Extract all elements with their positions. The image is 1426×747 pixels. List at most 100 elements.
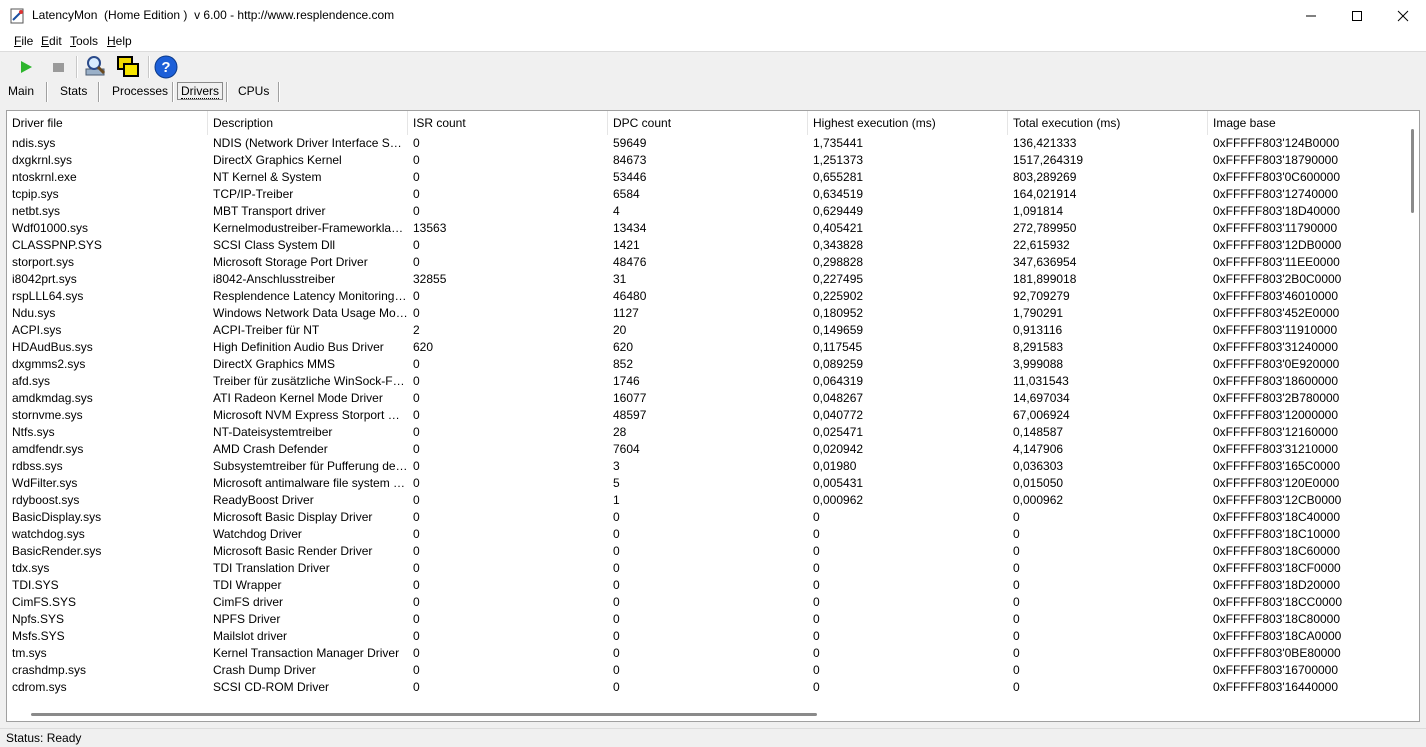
table-row[interactable]: BasicDisplay.sys Microsoft Basic Display … (7, 509, 1407, 526)
tab-processes[interactable]: Processes (112, 84, 168, 98)
vertical-scrollbar[interactable] (1405, 111, 1419, 705)
table-row[interactable]: Msfs.SYS Mailslot driver 0 0 0 0 0xFFFFF803'18… (7, 628, 1407, 645)
table-row[interactable]: cdrom.sys SCSI CD-ROM Driver 0 0 0 0 0xFFFFF80… (7, 679, 1407, 696)
description-cell: Crash Dump Driver (213, 663, 316, 677)
highest-execution-cell: 0,064319 (813, 374, 864, 388)
total-execution-cell: 1,091814 (1013, 204, 1064, 218)
image-base-cell: 0xFFFFF803'165C0000 (1213, 459, 1341, 473)
column-header-image-base[interactable]: Image base (1208, 111, 1407, 135)
horizontal-scrollbar[interactable] (7, 705, 1419, 721)
column-header-dpc-count[interactable]: DPC count (608, 111, 808, 135)
menu-help[interactable]: Help (107, 34, 132, 48)
table-row[interactable]: storport.sys Microsoft Storage Port Drive… (7, 254, 1407, 271)
table-row[interactable]: afd.sys Treiber für zusätzliche WinSock-F… (7, 373, 1407, 390)
image-base-cell: 0xFFFFF803'18CA0000 (1213, 629, 1342, 643)
table-row[interactable]: amdkmdag.sys ATI Radeon Kernel Mode Drive… (7, 390, 1407, 407)
total-execution-cell: 0 (1013, 680, 1020, 694)
driver-file-cell: netbt.sys (12, 204, 61, 218)
table-row[interactable]: stornvme.sys Microsoft NVM Express Storpo… (7, 407, 1407, 424)
table-row[interactable]: tm.sys Kernel Transaction Manager Driver 0… (7, 645, 1407, 662)
isr-count-cell: 0 (413, 510, 420, 524)
analyze-button[interactable] (84, 55, 108, 79)
highest-execution-cell: 0,089259 (813, 357, 864, 371)
highest-execution-cell: 0 (813, 629, 820, 643)
column-header-description[interactable]: Description (208, 111, 408, 135)
description-cell: Kernel Transaction Manager Driver (213, 646, 400, 660)
menu-tools[interactable]: Tools (70, 34, 98, 48)
drivers-list[interactable]: Driver file Description ISR count DPC co… (6, 110, 1420, 722)
description-cell: i8042-Anschlusstreiber (213, 272, 336, 286)
description-cell: Kernelmodustreiber-Frameworklaufzeit (213, 221, 408, 235)
table-row[interactable]: watchdog.sys Watchdog Driver 0 0 0 0 0xFFFFF80… (7, 526, 1407, 543)
maximize-button[interactable] (1334, 0, 1380, 32)
total-execution-cell: 0 (1013, 595, 1020, 609)
table-row[interactable]: Wdf01000.sys Kernelmodustreiber-Framework… (7, 220, 1407, 237)
stop-button[interactable] (46, 55, 70, 79)
isr-count-cell: 0 (413, 646, 420, 660)
driver-file-cell: amdkmdag.sys (12, 391, 93, 405)
total-execution-cell: 92,709279 (1013, 289, 1070, 303)
description-cell: Subsystemtreiber für Pufferung des... (213, 459, 408, 473)
table-row[interactable]: dxgkrnl.sys DirectX Graphics Kernel 0 84673… (7, 152, 1407, 169)
description-cell: MBT Transport driver (213, 204, 326, 218)
table-row[interactable]: Ndu.sys Windows Network Data Usage Monit.… (7, 305, 1407, 322)
maximize-icon (1352, 11, 1362, 21)
isr-count-cell: 13563 (413, 221, 447, 235)
table-row[interactable]: rdbss.sys Subsystemtreiber für Pufferung … (7, 458, 1407, 475)
windows-button[interactable] (116, 55, 140, 79)
isr-count-cell: 0 (413, 493, 420, 507)
table-row[interactable]: netbt.sys MBT Transport driver 0 4 0,629449 1… (7, 203, 1407, 220)
table-row[interactable]: CLASSPNP.SYS SCSI Class System Dll 0 1421 0,… (7, 237, 1407, 254)
table-row[interactable]: amdfendr.sys AMD Crash Defender 0 7604 0,020… (7, 441, 1407, 458)
image-base-cell: 0xFFFFF803'0E920000 (1213, 357, 1340, 371)
table-row[interactable]: HDAudBus.sys High Definition Audio Bus Dr… (7, 339, 1407, 356)
table-row[interactable]: ACPI.sys ACPI-Treiber für NT 2 20 0,149659 0,… (7, 322, 1407, 339)
column-header-driver-file[interactable]: Driver file (7, 111, 208, 135)
help-icon: ? (154, 55, 178, 79)
table-row[interactable]: i8042prt.sys i8042-Anschlusstreiber 32855 3… (7, 271, 1407, 288)
menu-file[interactable]: File (14, 34, 33, 48)
table-row[interactable]: Ntfs.sys NT-Dateisystemtreiber 0 28 0,025471… (7, 424, 1407, 441)
horizontal-scroll-thumb[interactable] (31, 713, 817, 716)
table-row[interactable]: WdFilter.sys Microsoft antimalware file s… (7, 475, 1407, 492)
table-row[interactable]: dxgmms2.sys DirectX Graphics MMS 0 852 0,089… (7, 356, 1407, 373)
tab-cpus[interactable]: CPUs (238, 84, 269, 98)
dpc-count-cell: 852 (613, 357, 634, 371)
table-row[interactable]: BasicRender.sys Microsoft Basic Render Dr… (7, 543, 1407, 560)
table-row[interactable]: tdx.sys TDI Translation Driver 0 0 0 0 0xFFFFF… (7, 560, 1407, 577)
table-row[interactable]: CimFS.SYS CimFS driver 0 0 0 0 0xFFFFF803'18CC… (7, 594, 1407, 611)
table-row[interactable]: crashdmp.sys Crash Dump Driver 0 0 0 0 0xFFFFF… (7, 662, 1407, 679)
vertical-scroll-thumb[interactable] (1411, 129, 1414, 213)
table-row[interactable]: tcpip.sys TCP/IP-Treiber 0 6584 0,634519 164,… (7, 186, 1407, 203)
start-button[interactable] (14, 55, 38, 79)
description-cell: ACPI-Treiber für NT (213, 323, 320, 337)
menu-edit[interactable]: Edit (41, 34, 62, 48)
close-button[interactable] (1380, 0, 1426, 32)
table-row[interactable]: Npfs.SYS NPFS Driver 0 0 0 0 0xFFFFF803'18C800… (7, 611, 1407, 628)
highest-execution-cell: 0,01980 (813, 459, 857, 473)
table-row[interactable]: TDI.SYS TDI Wrapper 0 0 0 0 0xFFFFF803'18D2000… (7, 577, 1407, 594)
help-button[interactable]: ? (154, 55, 178, 79)
column-header-total-execution[interactable]: Total execution (ms) (1008, 111, 1208, 135)
column-header-isr-count[interactable]: ISR count (408, 111, 608, 135)
image-base-cell: 0xFFFFF803'2B780000 (1213, 391, 1340, 405)
isr-count-cell: 0 (413, 629, 420, 643)
minimize-button[interactable] (1288, 0, 1334, 32)
column-header-highest-execution[interactable]: Highest execution (ms) (808, 111, 1008, 135)
tab-stats[interactable]: Stats (60, 84, 87, 98)
table-row[interactable]: ntoskrnl.exe NT Kernel & System 0 53446 0,65… (7, 169, 1407, 186)
table-row[interactable]: ndis.sys NDIS (Network Driver Interface S… (7, 135, 1407, 152)
image-base-cell: 0xFFFFF803'12740000 (1213, 187, 1339, 201)
tab-drivers[interactable]: Drivers (177, 82, 223, 100)
status-bar: Status: Ready (0, 728, 1426, 747)
table-row[interactable]: rdyboost.sys ReadyBoost Driver 0 1 0,000962 0… (7, 492, 1407, 509)
tab-main[interactable]: Main (8, 84, 34, 98)
driver-file-cell: tcpip.sys (12, 187, 59, 201)
tab-separator (278, 82, 280, 102)
image-base-cell: 0xFFFFF803'18C60000 (1213, 544, 1341, 558)
total-execution-cell: 8,291583 (1013, 340, 1064, 354)
description-cell: Microsoft NVM Express Storport Mini... (213, 408, 408, 422)
highest-execution-cell: 0,025471 (813, 425, 864, 439)
total-execution-cell: 272,789950 (1013, 221, 1077, 235)
table-row[interactable]: rspLLL64.sys Resplendence Latency Monitor… (7, 288, 1407, 305)
